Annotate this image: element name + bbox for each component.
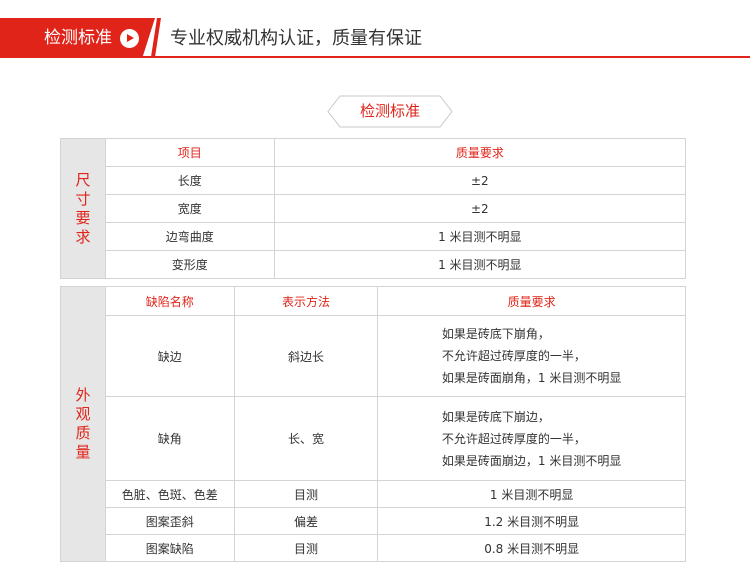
defect-name-cell: 缺角 — [104, 396, 235, 481]
header-badge-label: 检测标准 — [44, 28, 112, 48]
appearance-side-char: 外 — [75, 386, 91, 404]
appearance-side-char: 质 — [75, 424, 91, 442]
size-requirement-table: 尺 寸 要 求 项目 质量要求 长度 ±2 宽度 ±2 边弯曲度 1 米目测不明… — [60, 138, 687, 279]
defect-method-cell: 长、宽 — [233, 396, 379, 481]
size-quality-cell: ±2 — [273, 166, 687, 195]
appearance-side-char: 量 — [75, 443, 91, 461]
table-row: 宽度 ±2 — [61, 194, 687, 223]
appearance-side-char: 观 — [75, 405, 91, 423]
table-row: 色脏、色斑、色差 目测 1 米目测不明显 — [61, 480, 686, 508]
size-side-char: 求 — [75, 227, 91, 246]
size-item-cell: 边弯曲度 — [104, 222, 275, 251]
table-row: 缺边 斜边长 如果是砖底下崩角， 不允许超过砖厚度的一半， 如果是砖面崩角，1 … — [61, 315, 686, 397]
defect-name-cell: 缺边 — [104, 315, 235, 397]
play-icon — [120, 29, 139, 48]
section-tag-label: 检测标准 — [359, 102, 420, 120]
defect-method-cell: 目测 — [233, 534, 379, 562]
size-side-label: 尺 寸 要 求 — [60, 138, 106, 279]
appearance-side-label: 外 观 质 量 — [60, 286, 106, 562]
header-divider — [0, 56, 750, 58]
defect-quality-cell: 1 米目测不明显 — [377, 480, 686, 508]
table-row: 图案歪斜 偏差 1.2 米目测不明显 — [61, 507, 686, 535]
header-subtitle: 专业权威机构认证，质量有保证 — [170, 28, 422, 49]
table-row: 长度 ±2 — [61, 166, 687, 195]
defect-name-cell: 图案歪斜 — [104, 507, 235, 535]
size-quality-cell: 1 米目测不明显 — [273, 222, 687, 251]
section-tag: 检测标准 — [326, 95, 454, 128]
size-item-cell: 宽度 — [104, 194, 275, 223]
table-row: 缺角 长、宽 如果是砖底下崩边， 不允许超过砖厚度的一半， 如果是砖面崩边，1 … — [61, 396, 686, 481]
size-item-cell: 长度 — [104, 166, 275, 195]
table-row: 变形度 1 米目测不明显 — [61, 250, 687, 279]
defect-name-cell: 色脏、色斑、色差 — [104, 480, 235, 508]
size-header-quality: 质量要求 — [273, 138, 687, 167]
quality-line: 如果是砖面崩边，1 米目测不明显 — [441, 453, 622, 468]
appearance-quality-table: 外 观 质 量 缺陷名称 表示方法 质量要求 缺边 斜边长 如果是砖底下崩角， … — [60, 286, 686, 562]
quality-line: 如果是砖底下崩角， — [441, 327, 550, 341]
quality-line: 不允许超过砖厚度的一半， — [441, 349, 586, 363]
defect-quality-cell: 如果是砖底下崩角， 不允许超过砖厚度的一半， 如果是砖面崩角，1 米目测不明显 — [377, 315, 686, 397]
size-quality-cell: ±2 — [273, 194, 687, 223]
defect-name-cell: 图案缺陷 — [104, 534, 235, 562]
appearance-header-defect: 缺陷名称 — [104, 286, 235, 316]
size-side-char: 尺 — [75, 170, 91, 189]
defect-method-cell: 目测 — [233, 480, 379, 508]
defect-method-cell: 偏差 — [233, 507, 379, 535]
quality-line: 如果是砖底下崩边， — [441, 409, 550, 424]
appearance-header-quality: 质量要求 — [377, 286, 686, 316]
defect-quality-cell: 1.2 米目测不明显 — [377, 507, 686, 535]
quality-line: 如果是砖面崩角，1 米目测不明显 — [441, 371, 622, 385]
size-quality-cell: 1 米目测不明显 — [273, 250, 687, 279]
table-row: 图案缺陷 目测 0.8 米目测不明显 — [61, 534, 686, 562]
size-item-cell: 变形度 — [104, 250, 275, 279]
defect-method-cell: 斜边长 — [233, 315, 379, 397]
defect-quality-cell: 0.8 米目测不明显 — [377, 534, 686, 562]
quality-line: 不允许超过砖厚度的一半， — [441, 431, 586, 446]
defect-quality-cell: 如果是砖底下崩边， 不允许超过砖厚度的一半， 如果是砖面崩边，1 米目测不明显 — [377, 396, 686, 481]
appearance-header-method: 表示方法 — [233, 286, 379, 316]
table-row: 边弯曲度 1 米目测不明显 — [61, 222, 687, 251]
size-side-char: 要 — [75, 208, 91, 227]
size-side-char: 寸 — [75, 189, 91, 208]
size-header-item: 项目 — [104, 138, 275, 167]
